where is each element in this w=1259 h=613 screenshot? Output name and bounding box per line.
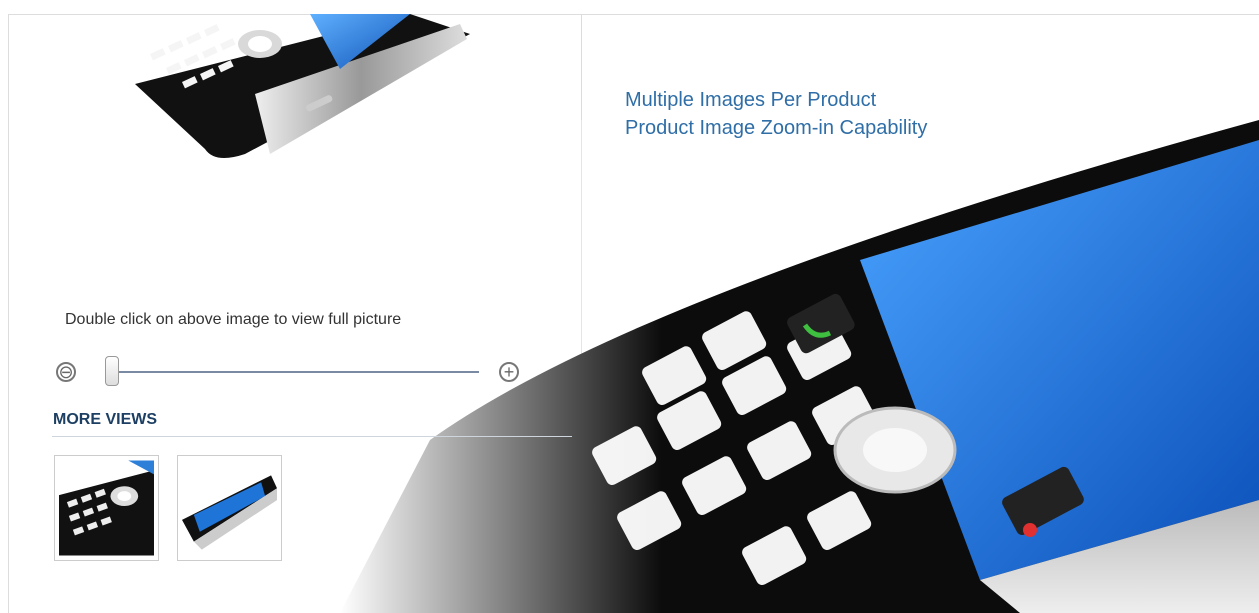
zoom-out-icon: ⊖ <box>58 362 74 382</box>
feature-item-multiple-images: Multiple Images Per Product <box>625 89 877 111</box>
more-views-heading: MORE VIEWS <box>53 411 158 428</box>
feature-item-zoom-capability: Product Image Zoom-in Capability <box>625 117 928 139</box>
zoom-in-icon: + <box>503 362 515 382</box>
zoomed-product-image[interactable] <box>340 120 1259 613</box>
thumbnail-keyboard-image <box>59 460 154 556</box>
zoom-slider-handle[interactable] <box>105 356 119 386</box>
thumbnail-screen-image <box>182 460 277 556</box>
more-views-divider <box>52 436 572 437</box>
zoom-slider-track[interactable] <box>119 371 479 373</box>
zoom-hint-text: Double click on above image to view full… <box>65 311 402 328</box>
zoom-in-button[interactable]: + <box>499 362 519 382</box>
feature-list: Multiple Images Per Product Product Imag… <box>625 86 927 142</box>
thumbnail-view-screen[interactable] <box>177 455 282 561</box>
zoom-out-button[interactable]: ⊖ <box>56 362 76 382</box>
thumbnail-view-keyboard[interactable] <box>54 455 159 561</box>
